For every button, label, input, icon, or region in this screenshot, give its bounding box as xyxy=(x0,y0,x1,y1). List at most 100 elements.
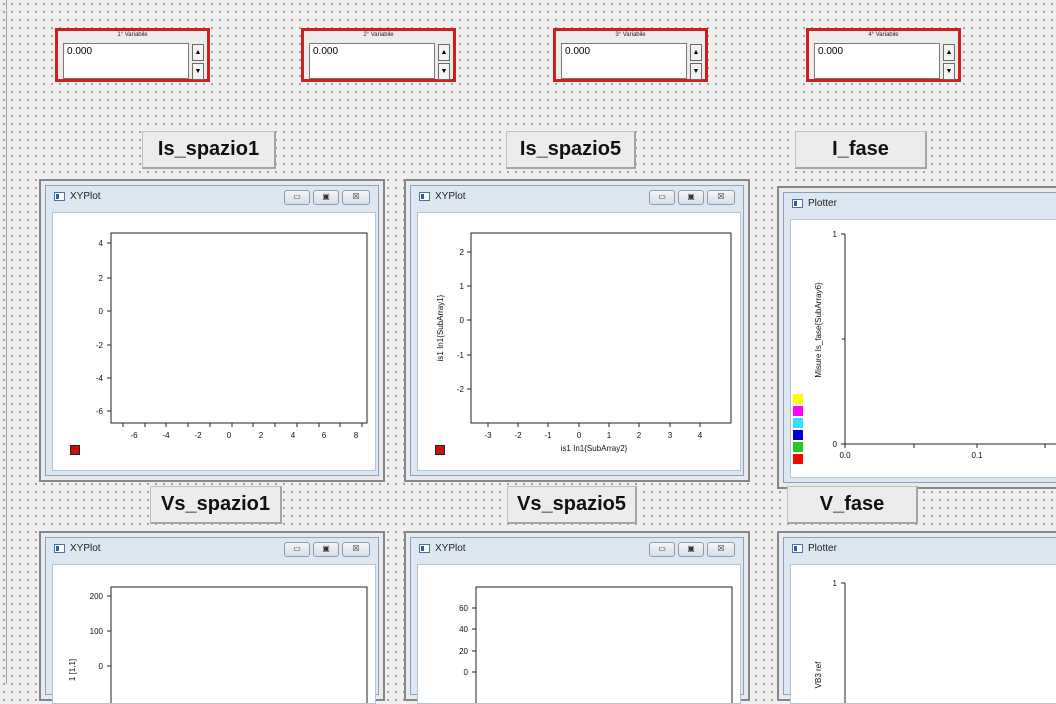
xyplot-2-plot: 2 1 0 -1 -2 is1 In1{SubArray1} -3 -2 -1 … xyxy=(436,232,732,453)
y-tick-label: -6 xyxy=(96,407,104,416)
label-i-fase: I_fase xyxy=(795,131,927,169)
xyplot-3-window: XYPlot ▭ ▣ ☒ 200 100 0 1 [1,1] xyxy=(45,537,379,704)
y-axis-label: is1 In1{SubArray1} xyxy=(436,294,445,361)
series-legend-swatch[interactable] xyxy=(435,445,445,455)
label-vs-spazio1: Vs_spazio1 xyxy=(150,486,282,524)
plotter-2-frame: Plotter 1 VB3 ref xyxy=(777,531,1056,704)
x-tick-label: 0.0 xyxy=(839,451,851,460)
variable-3-spinner: ▲ ▼ xyxy=(690,44,702,80)
plotter-2-plot: 1 VB3 ref xyxy=(814,579,846,703)
window-icon xyxy=(54,544,65,553)
plotter-1-client: 1 0 Misure Is_fase{SubArray6} 0.0 0.1 xyxy=(790,219,1056,478)
y-axis-label: 1 [1,1] xyxy=(68,659,77,681)
maximize-icon[interactable]: ▣ xyxy=(678,190,704,205)
close-icon[interactable]: ☒ xyxy=(342,190,370,205)
xyplot-2-window: XYPlot ▭ ▣ ☒ 2 1 0 -1 -2 is1 In1{SubArra… xyxy=(410,185,744,476)
minimize-icon[interactable]: ▭ xyxy=(649,542,675,557)
spin-up-icon[interactable]: ▲ xyxy=(192,44,204,61)
minimize-icon[interactable]: ▭ xyxy=(284,542,310,557)
close-icon[interactable]: ☒ xyxy=(707,190,735,205)
plotter-1-legend xyxy=(793,394,803,466)
xyplot-4-window: XYPlot ▭ ▣ ☒ 60 40 20 0 xyxy=(410,537,744,704)
y-tick-label: 4 xyxy=(99,239,104,248)
x-tick-label: 0.1 xyxy=(971,451,983,460)
xyplot-4-titlebar[interactable]: XYPlot ▭ ▣ ☒ xyxy=(411,538,743,560)
x-tick-label: -6 xyxy=(130,431,138,440)
spin-down-icon[interactable]: ▼ xyxy=(192,63,204,80)
plot-area xyxy=(110,586,368,703)
plotter-2-client: 1 VB3 ref xyxy=(790,564,1056,704)
minimize-icon[interactable]: ▭ xyxy=(284,190,310,205)
close-icon[interactable]: ☒ xyxy=(342,542,370,557)
variable-1-input[interactable]: 0.000 xyxy=(63,43,189,79)
xyplot-1-title: XYPlot xyxy=(70,191,101,202)
y-tick-label: -2 xyxy=(457,385,465,394)
xyplot-2-frame: XYPlot ▭ ▣ ☒ 2 1 0 -1 -2 is1 In1{SubArra… xyxy=(404,179,750,482)
plotter-2-titlebar[interactable]: Plotter xyxy=(784,538,1056,560)
y-tick-label: 40 xyxy=(459,625,468,634)
spin-down-icon[interactable]: ▼ xyxy=(438,63,450,80)
variable-3-title: 3° Variabile xyxy=(615,32,646,38)
y-tick-label: 2 xyxy=(99,274,104,283)
legend-swatch[interactable] xyxy=(793,418,803,428)
canvas-left-border xyxy=(6,0,7,684)
spin-down-icon[interactable]: ▼ xyxy=(943,63,955,80)
plot-area xyxy=(470,232,732,424)
series-legend-swatch[interactable] xyxy=(70,445,80,455)
xyplot-3-titlebar[interactable]: XYPlot ▭ ▣ ☒ xyxy=(46,538,378,560)
y-axis-label: Misure Is_fase{SubArray6} xyxy=(814,282,823,377)
label-v-fase: V_fase xyxy=(787,486,918,524)
xyplot-3-plot: 200 100 0 1 [1,1] xyxy=(68,586,368,703)
window-icon xyxy=(419,544,430,553)
close-icon[interactable]: ☒ xyxy=(707,542,735,557)
variable-3-input[interactable]: 0.000 xyxy=(561,43,687,79)
y-tick-label: 0 xyxy=(460,316,465,325)
y-tick-label: 2 xyxy=(460,248,465,257)
xyplot-1-titlebar[interactable]: XYPlot ▭ ▣ ☒ xyxy=(46,186,378,208)
xyplot-4-client: 60 40 20 0 xyxy=(417,564,741,704)
maximize-icon[interactable]: ▣ xyxy=(313,190,339,205)
xyplot-3-title: XYPlot xyxy=(70,543,101,554)
spin-up-icon[interactable]: ▲ xyxy=(690,44,702,61)
y-tick-label: -4 xyxy=(96,374,104,383)
variable-2-input[interactable]: 0.000 xyxy=(309,43,435,79)
legend-swatch[interactable] xyxy=(793,430,803,440)
variable-3-control: 3° Variabile 0.000 ▲ ▼ xyxy=(553,28,708,82)
y-tick-label: 1 xyxy=(833,579,838,588)
legend-swatch[interactable] xyxy=(793,454,803,464)
plotter-1-frame: Plotter 1 0 Misure Is_fase{SubArray6} 0.… xyxy=(777,186,1056,489)
variable-4-input[interactable]: 0.000 xyxy=(814,43,940,79)
label-is-spazio5: Is_spazio5 xyxy=(506,131,636,169)
x-tick-label: -1 xyxy=(544,431,552,440)
y-tick-label: 0 xyxy=(99,307,104,316)
plotter-1-plot: 1 0 Misure Is_fase{SubArray6} 0.0 0.1 xyxy=(814,230,1056,460)
variable-1-control: 1° Variabile 0.000 ▲ ▼ xyxy=(55,28,210,82)
variable-2-title: 2° Variabile xyxy=(363,32,394,38)
plotter-1-titlebar[interactable]: Plotter xyxy=(784,193,1056,215)
plot-area xyxy=(475,586,733,703)
label-is-spazio1: Is_spazio1 xyxy=(142,131,276,169)
minimize-icon[interactable]: ▭ xyxy=(649,190,675,205)
spin-up-icon[interactable]: ▲ xyxy=(943,44,955,61)
spin-up-icon[interactable]: ▲ xyxy=(438,44,450,61)
xyplot-1-window: XYPlot ▭ ▣ ☒ 4 2 0 -2 -4 -6 -6 -4 -2 0 2… xyxy=(45,185,379,476)
plotter-2-title: Plotter xyxy=(808,543,837,554)
xyplot-2-titlebar[interactable]: XYPlot ▭ ▣ ☒ xyxy=(411,186,743,208)
variable-4-title: 4° Variabile xyxy=(868,32,899,38)
legend-swatch[interactable] xyxy=(793,394,803,404)
variable-2-control: 2° Variabile 0.000 ▲ ▼ xyxy=(301,28,456,82)
y-tick-label: 100 xyxy=(90,627,104,636)
x-tick-label: 4 xyxy=(291,431,296,440)
maximize-icon[interactable]: ▣ xyxy=(678,542,704,557)
spin-down-icon[interactable]: ▼ xyxy=(690,63,702,80)
variable-4-control: 4° Variabile 0.000 ▲ ▼ xyxy=(806,28,961,82)
x-tick-label: 2 xyxy=(259,431,264,440)
legend-swatch[interactable] xyxy=(793,442,803,452)
variable-1-spinner: ▲ ▼ xyxy=(192,44,204,80)
variable-1-title: 1° Variabile xyxy=(117,32,148,38)
maximize-icon[interactable]: ▣ xyxy=(313,542,339,557)
y-tick-label: 20 xyxy=(459,647,468,656)
y-tick-label: 200 xyxy=(90,592,104,601)
legend-swatch[interactable] xyxy=(793,406,803,416)
xyplot-1-frame: XYPlot ▭ ▣ ☒ 4 2 0 -2 -4 -6 -6 -4 -2 0 2… xyxy=(39,179,385,482)
